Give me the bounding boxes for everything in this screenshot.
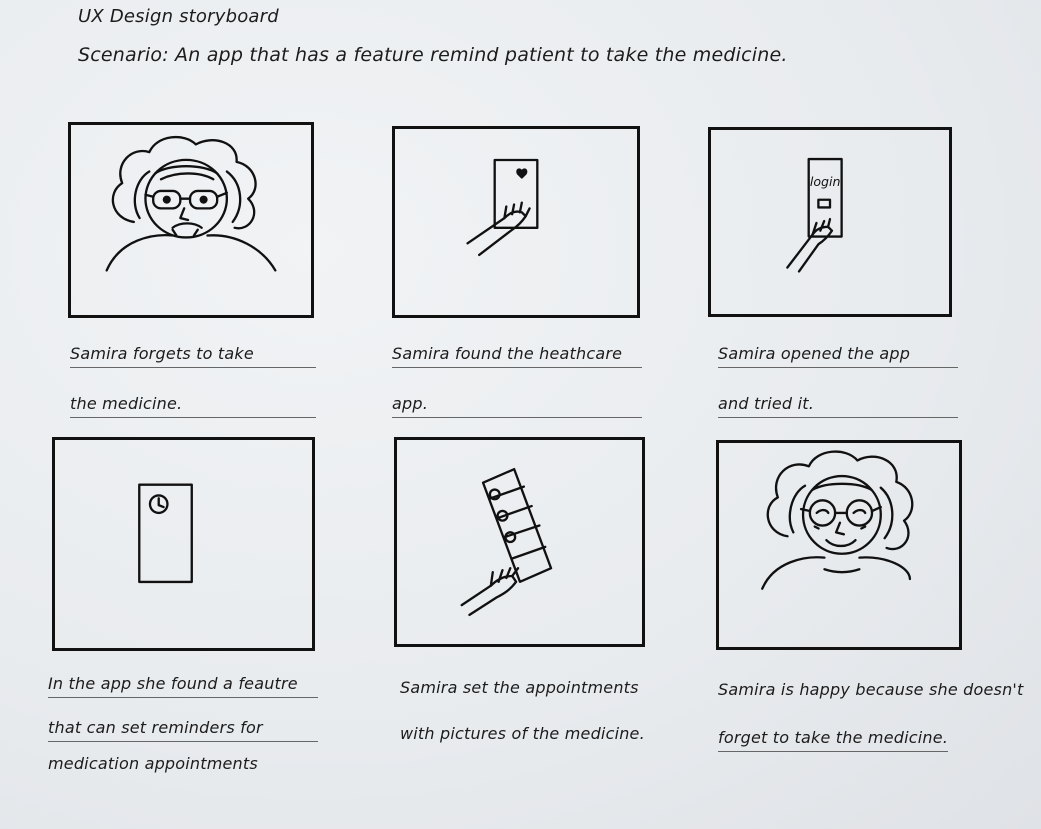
panel-1-caption-line1: Samira forgets to take: [70, 344, 254, 363]
panel-2-frame: [392, 126, 640, 318]
panel-1-caption-line2: the medicine.: [70, 394, 183, 413]
panel-6-caption-line1: Samira is happy because she doesn't: [718, 680, 1024, 699]
scenario-text: Scenario: An app that has a feature remi…: [78, 44, 788, 66]
hand-tapping-login-drawing: login: [786, 157, 843, 273]
panel-3-caption-line1: Samira opened the app: [718, 344, 911, 363]
panel-6-frame: [716, 440, 962, 650]
panel-3-caption-line2: and tried it.: [718, 394, 814, 413]
panel-2-caption-line1: Samira found the heathcare: [392, 344, 623, 363]
panel-2-caption: Samira found the heathcare app.: [392, 344, 642, 418]
panel-1-frame: [68, 122, 314, 318]
panel-5-caption-line1: Samira set the appointments: [400, 678, 639, 697]
storyboard-sheet: UX Design storyboard Scenario: An app th…: [0, 0, 1041, 829]
panel-4-caption-line1: In the app she found a feautre: [48, 674, 298, 693]
panel-5-frame: [394, 437, 645, 647]
panel-3-caption: Samira opened the app and tried it.: [718, 344, 958, 418]
panel-4-caption-line2: that can set reminders for: [48, 718, 263, 737]
panel-4-caption-line3: medication appointments: [48, 754, 258, 773]
panel-6-caption: Samira is happy because she doesn't forg…: [718, 680, 1024, 752]
sad-woman-drawing: [105, 135, 277, 272]
panel-4-frame: [52, 437, 315, 651]
phone-with-clock-drawing: [138, 483, 193, 584]
panel-4-caption: In the app she found a feautre that can …: [48, 674, 318, 776]
hand-holding-phone-drawing: [466, 158, 539, 257]
panel-5-caption: Samira set the appointments with picture…: [400, 678, 645, 746]
panel-3-frame: login: [708, 127, 952, 317]
panel-2-caption-line2: app.: [392, 394, 429, 413]
happy-woman-drawing: [761, 450, 914, 590]
panel-5-caption-line2: with pictures of the medicine.: [400, 724, 645, 743]
phone-login-label: login: [810, 174, 841, 189]
panel-1-caption: Samira forgets to take the medicine.: [70, 344, 316, 418]
panel-6-caption-line2: forget to take the medicine.: [718, 728, 949, 747]
hand-holding-reminder-list-drawing: [460, 467, 553, 617]
storyboard-heading: UX Design storyboard: [78, 6, 279, 27]
